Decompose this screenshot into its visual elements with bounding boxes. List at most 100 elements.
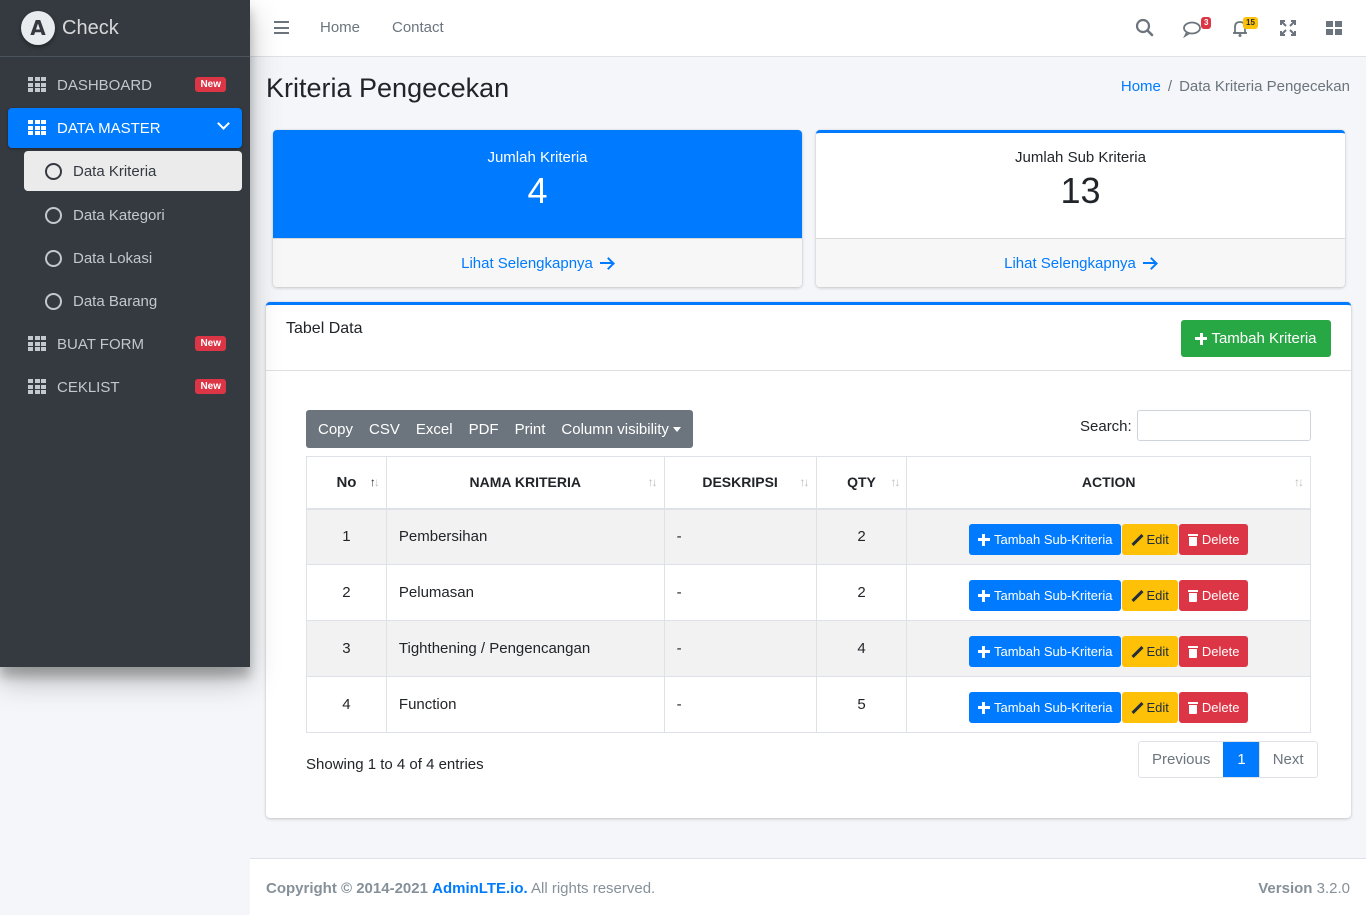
info-box-link-label: Lihat Selengkapnya: [1004, 254, 1136, 272]
table-row: 4 Function - 5 Tambah Sub-Kriteria Edit De…: [306, 676, 1311, 733]
cell-deskripsi: -: [663, 564, 817, 621]
add-sub-kriteria-button[interactable]: Tambah Sub-Kriteria: [968, 524, 1122, 556]
nav-link-contact[interactable]: Contact: [392, 19, 444, 36]
copyright: Copyright © 2014-2021 AdminLTE.io. All r…: [266, 880, 656, 897]
grid-icon: [28, 120, 46, 136]
breadcrumb-current: Data Kriteria Pengecekan: [1179, 78, 1350, 95]
sort-icon: ↑↓: [647, 475, 658, 489]
edit-button[interactable]: Edit: [1122, 580, 1178, 611]
add-kriteria-button[interactable]: Tambah Kriteria: [1181, 320, 1331, 357]
pencil-icon: [1131, 702, 1143, 714]
edit-button[interactable]: Edit: [1122, 692, 1178, 723]
brand-logo-icon: A: [21, 11, 55, 45]
table-row: 2 Pelumasan - 2 Tambah Sub-Kriteria Edit D…: [306, 564, 1311, 621]
sort-icon: ↑↓: [799, 475, 810, 489]
adminlte-link[interactable]: AdminLTE.io.: [432, 880, 528, 897]
cell-qty: 4: [815, 620, 908, 677]
plus-icon: [977, 533, 990, 546]
cell-qty: 2: [815, 564, 908, 621]
trash-icon: [1187, 701, 1198, 714]
pagination-previous[interactable]: Previous: [1139, 742, 1223, 777]
export-button-group: Copy CSV Excel PDF Print Column visibili…: [306, 410, 693, 448]
nav-link-home[interactable]: Home: [320, 19, 360, 36]
cell-no: 1: [306, 508, 387, 565]
sidebar-item-ceklist[interactable]: CEKLIST New: [8, 367, 242, 407]
search-label: Search:: [1080, 418, 1132, 435]
sort-asc-icon: ↑↓: [369, 475, 380, 489]
pencil-icon: [1131, 534, 1143, 546]
copy-button[interactable]: Copy: [310, 421, 361, 438]
arrow-right-icon: [1142, 257, 1157, 269]
sort-icon: ↑↓: [1294, 475, 1304, 489]
control-sidebar-icon[interactable]: [1323, 17, 1345, 39]
trash-icon: [1187, 645, 1198, 658]
cell-deskripsi: -: [663, 676, 817, 733]
trash-icon: [1187, 533, 1198, 546]
info-box-jumlah-sub-kriteria: Jumlah Sub Kriteria 13 Lihat Selengkapny…: [816, 130, 1345, 287]
delete-button[interactable]: Delete: [1178, 580, 1249, 611]
csv-button[interactable]: CSV: [361, 421, 408, 438]
notifications-count-badge: 15: [1243, 17, 1258, 29]
info-box-title: Jumlah Kriteria: [487, 149, 588, 166]
pdf-button[interactable]: PDF: [461, 421, 507, 438]
cell-action: Tambah Sub-Kriteria Edit Delete: [906, 508, 1311, 565]
sidebar-item-buat-form[interactable]: BUAT FORM New: [8, 324, 242, 364]
breadcrumb-home-link[interactable]: Home: [1121, 78, 1161, 95]
pencil-icon: [1131, 590, 1143, 602]
cell-action: Tambah Sub-Kriteria Edit Delete: [906, 564, 1311, 621]
column-visibility-button[interactable]: Column visibility: [553, 421, 689, 438]
sidebar-item-label: CEKLIST: [57, 378, 120, 396]
hamburger-menu-icon[interactable]: [274, 21, 289, 34]
sidebar-item-data-master[interactable]: DATA MASTER: [8, 108, 242, 148]
add-sub-kriteria-button[interactable]: Tambah Sub-Kriteria: [968, 692, 1122, 723]
sidebar-subitem-data-kriteria[interactable]: Data Kriteria: [24, 151, 242, 191]
messages-count-badge: 3: [1201, 17, 1212, 29]
column-header-qty[interactable]: QTY ↑↓: [815, 456, 908, 510]
delete-button[interactable]: Delete: [1178, 524, 1249, 556]
delete-button[interactable]: Delete: [1178, 636, 1249, 667]
print-button[interactable]: Print: [507, 421, 554, 438]
add-sub-kriteria-button[interactable]: Tambah Sub-Kriteria: [968, 580, 1122, 611]
column-header-deskripsi[interactable]: DESKRIPSI ↑↓: [663, 456, 817, 510]
sidebar-subitem-data-kategori[interactable]: Data Kategori: [24, 195, 242, 235]
sidebar-subitem-label: Data Kriteria: [73, 162, 157, 180]
card-header: Tabel Data Tambah Kriteria: [266, 305, 1351, 371]
table-info: Showing 1 to 4 of 4 entries: [306, 756, 484, 773]
sidebar-item-label: DATA MASTER: [57, 119, 161, 137]
fullscreen-icon[interactable]: [1277, 17, 1299, 39]
sidebar-item-dashboard[interactable]: DASHBOARD New: [8, 65, 242, 105]
cell-deskripsi: -: [663, 508, 817, 565]
new-badge: New: [195, 77, 226, 92]
search-input[interactable]: [1137, 410, 1311, 441]
main-sidebar: A Check DASHBOARD New DATA MASTER Data K…: [0, 0, 250, 667]
plus-icon: [977, 645, 990, 658]
table-row: 1 Pembersihan - 2 Tambah Sub-Kriteria Edi…: [306, 508, 1311, 565]
info-box-value: 4: [527, 170, 548, 211]
info-box-more-link[interactable]: Lihat Selengkapnya: [273, 238, 802, 287]
cell-qty: 2: [815, 508, 908, 565]
new-badge: New: [195, 379, 226, 394]
pagination-next[interactable]: Next: [1258, 742, 1317, 777]
sidebar-subitem-data-barang[interactable]: Data Barang: [24, 281, 242, 321]
search-icon[interactable]: [1134, 17, 1156, 39]
column-header-no[interactable]: No ↑↓: [306, 456, 387, 510]
column-header-action[interactable]: ACTION ↑↓: [906, 456, 1311, 510]
column-visibility-label: Column visibility: [561, 420, 669, 438]
edit-button[interactable]: Edit: [1122, 636, 1178, 667]
card-title: Tabel Data: [286, 320, 363, 337]
brand-link[interactable]: A Check: [0, 0, 250, 57]
cell-no: 3: [306, 620, 387, 677]
edit-button[interactable]: Edit: [1122, 524, 1178, 556]
cell-no: 4: [306, 676, 387, 733]
grid-icon: [28, 336, 46, 352]
add-sub-kriteria-button[interactable]: Tambah Sub-Kriteria: [968, 636, 1122, 667]
cell-action: Tambah Sub-Kriteria Edit Delete: [906, 620, 1311, 677]
info-box-more-link[interactable]: Lihat Selengkapnya: [816, 238, 1345, 287]
excel-button[interactable]: Excel: [408, 421, 461, 438]
pagination-page-1[interactable]: 1: [1223, 742, 1259, 777]
sidebar-subitem-data-lokasi[interactable]: Data Lokasi: [24, 238, 242, 278]
delete-button[interactable]: Delete: [1178, 692, 1249, 723]
sidebar-item-label: BUAT FORM: [57, 335, 144, 353]
cell-nama: Tighthening / Pengencangan: [385, 620, 665, 677]
column-header-nama-kriteria[interactable]: NAMA KRITERIA ↑↓: [385, 456, 665, 510]
